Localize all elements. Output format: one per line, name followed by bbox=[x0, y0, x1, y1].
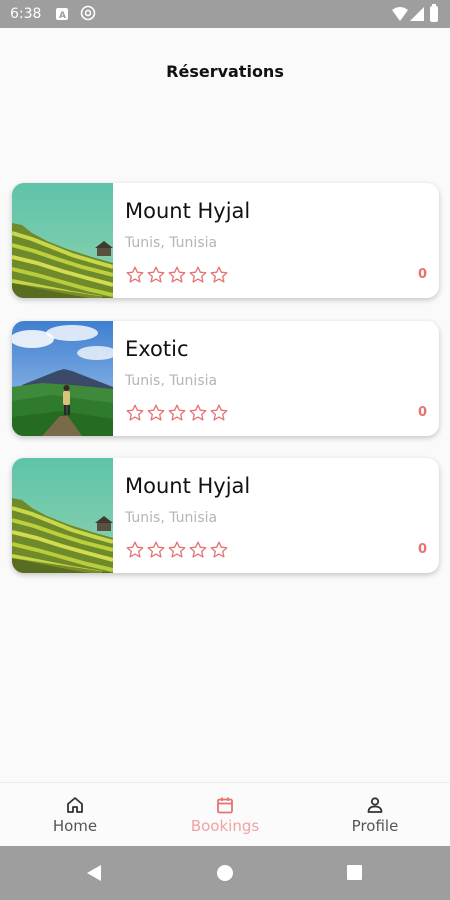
booking-count: 0 bbox=[417, 542, 427, 557]
signal-icon bbox=[410, 6, 424, 25]
nav-label-home: Home bbox=[52, 817, 98, 835]
page-title: Réservations bbox=[166, 62, 284, 81]
star-icon[interactable] bbox=[126, 266, 144, 283]
star-icon[interactable] bbox=[126, 404, 144, 421]
rating-stars[interactable] bbox=[126, 266, 228, 283]
rating-stars[interactable] bbox=[126, 404, 228, 421]
star-icon[interactable] bbox=[126, 541, 144, 558]
booking-count: 0 bbox=[417, 405, 427, 420]
status-time: 6:38 bbox=[10, 6, 42, 22]
nav-item-bookings[interactable]: Bookings bbox=[150, 783, 300, 847]
bottom-navigation: Home Bookings Profile bbox=[0, 782, 450, 847]
back-icon[interactable] bbox=[86, 864, 102, 886]
star-icon[interactable] bbox=[168, 266, 186, 283]
hiker-volcano-image bbox=[12, 321, 113, 436]
person-icon bbox=[366, 796, 384, 814]
star-icon[interactable] bbox=[189, 404, 207, 421]
star-icon[interactable] bbox=[189, 541, 207, 558]
booking-location: Tunis, Tunisia bbox=[125, 235, 218, 251]
battery-icon bbox=[430, 4, 438, 22]
status-bar: 6:38 A bbox=[0, 0, 450, 28]
star-icon[interactable] bbox=[210, 541, 228, 558]
booking-title: Exotic bbox=[125, 337, 189, 361]
notification-at-icon bbox=[80, 5, 96, 25]
booking-title: Mount Hyjal bbox=[125, 199, 251, 223]
home-circle-icon[interactable] bbox=[217, 865, 233, 881]
nav-item-profile[interactable]: Profile bbox=[300, 783, 450, 847]
star-icon[interactable] bbox=[210, 266, 228, 283]
recent-apps-icon[interactable] bbox=[347, 865, 362, 880]
svg-text:A: A bbox=[59, 11, 66, 20]
star-icon[interactable] bbox=[189, 266, 207, 283]
booking-location: Tunis, Tunisia bbox=[125, 510, 218, 526]
system-navigation-bar bbox=[0, 846, 450, 900]
rice-terraces-image bbox=[12, 458, 113, 573]
star-icon[interactable] bbox=[147, 404, 165, 421]
home-icon bbox=[66, 796, 84, 814]
booking-location: Tunis, Tunisia bbox=[125, 373, 218, 389]
star-icon[interactable] bbox=[147, 541, 165, 558]
booking-card[interactable]: Exotic Tunis, Tunisia 0 bbox=[12, 321, 439, 436]
booking-card[interactable]: Mount Hyjal Tunis, Tunisia 0 bbox=[12, 458, 439, 573]
nav-label-profile: Profile bbox=[351, 817, 399, 835]
star-icon[interactable] bbox=[168, 404, 186, 421]
booking-card[interactable]: Mount Hyjal Tunis, Tunisia 0 bbox=[12, 183, 439, 298]
wifi-icon bbox=[392, 6, 408, 25]
rice-terraces-image bbox=[12, 183, 113, 298]
calendar-icon bbox=[216, 796, 234, 814]
star-icon[interactable] bbox=[147, 266, 165, 283]
star-icon[interactable] bbox=[210, 404, 228, 421]
nav-label-bookings: Bookings bbox=[190, 817, 260, 835]
notification-a-icon: A bbox=[56, 8, 68, 20]
booking-title: Mount Hyjal bbox=[125, 474, 251, 498]
rating-stars[interactable] bbox=[126, 541, 228, 558]
booking-count: 0 bbox=[417, 267, 427, 282]
nav-item-home[interactable]: Home bbox=[0, 783, 150, 847]
star-icon[interactable] bbox=[168, 541, 186, 558]
